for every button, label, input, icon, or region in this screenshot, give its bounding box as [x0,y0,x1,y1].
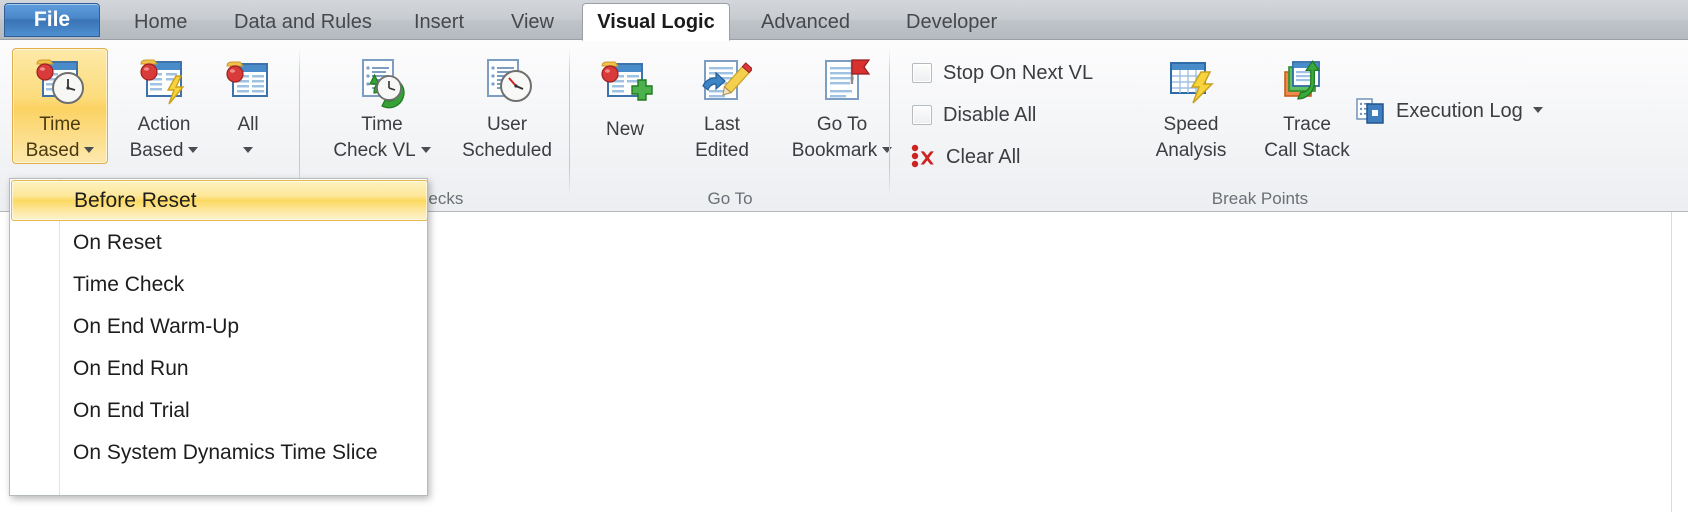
document-pencil-icon [692,54,752,111]
menu-item-label: On End Trial [73,398,190,422]
action-based-label-line2-text: Based [129,140,184,161]
execution-log-row[interactable]: Execution Log [1356,94,1543,128]
clear-all-label: Clear All [946,145,1021,168]
ribbon-group-goto: New Last Edited Go To Bookmark Go To [570,40,893,211]
tab-developer[interactable]: Developer [890,5,1013,40]
all-caret-row [243,139,253,163]
table-icon [219,54,277,111]
menu-item-label: On End Run [73,356,189,380]
all-button[interactable]: All [210,48,286,164]
speed-analysis-button[interactable]: Speed Analysis [1136,48,1246,164]
tab-insert-label: Insert [414,11,465,33]
menu-item-on-system-dynamics-time-slice[interactable]: On System Dynamics Time Slice [11,432,428,473]
speed-analysis-label-line1: Speed [1163,114,1219,135]
action-based-label-line2: Based [130,139,199,163]
action-based-button[interactable]: Action Based [116,48,212,164]
time-check-vl-label-line1: Time [361,114,403,135]
stop-on-next-vl-label: Stop On Next VL [943,61,1094,84]
table-plus-icon [596,54,654,116]
last-edited-label-line2: Edited [695,140,749,161]
chevron-down-icon[interactable] [420,146,431,153]
tab-data-and-rules-label: Data and Rules [234,11,372,33]
user-scheduled-label-line1: User [486,114,528,135]
new-label: New [605,119,644,140]
menu-item-label: On End Warm-Up [73,314,240,338]
tab-file[interactable]: File [4,3,100,37]
tab-view[interactable]: View [495,5,570,40]
tab-home-label: Home [134,11,188,33]
execution-log-label: Execution Log [1396,99,1523,122]
menu-item-label: On System Dynamics Time Slice [73,440,378,464]
stop-on-next-vl-row[interactable]: Stop On Next VL [912,56,1093,90]
ribbon-group-breakpoints: Stop On Next VL Disable All Clear All Sp… [890,40,1688,211]
menu-item-on-end-trial[interactable]: On End Trial [11,390,428,431]
group-label-goto: Go To [707,189,753,208]
menu-item-on-end-warm-up[interactable]: On End Warm-Up [11,306,428,347]
time-based-label-line1: Time [39,114,81,135]
tab-visual-logic[interactable]: Visual Logic [582,3,730,41]
time-based-dropdown-menu: Before Reset On Reset Time Check On End … [9,178,428,496]
menu-item-label: Before Reset [74,188,197,212]
tab-developer-label: Developer [906,11,998,33]
ribbon-tab-bar: File Home Data and Rules Insert View Vis… [0,0,1688,41]
disable-all-label: Disable All [943,103,1037,126]
time-check-vl-label-line2: Check VL [333,139,431,163]
table-clock-icon [31,54,89,111]
disable-all-row[interactable]: Disable All [912,98,1036,132]
canvas-right-edge [1671,212,1672,512]
tab-insert[interactable]: Insert [398,5,480,40]
time-based-button[interactable]: Time Based [12,48,108,164]
menu-item-before-reset[interactable]: Before Reset [11,180,428,221]
stack-arrow-icon [1277,54,1337,111]
go-to-bookmark-button[interactable]: Go To Bookmark [778,48,906,164]
tab-visual-logic-label: Visual Logic [597,10,715,33]
user-scheduled-button[interactable]: User Scheduled [448,48,566,164]
go-to-bookmark-label-line2: Bookmark [792,139,893,163]
tab-home[interactable]: Home [118,5,203,40]
new-button[interactable]: New [586,48,664,164]
speed-analysis-label-line2: Analysis [1155,140,1227,161]
chevron-down-icon[interactable] [1532,107,1543,113]
group-label-breakpoints: Break Points [1211,189,1309,208]
time-check-vl-label-line2-text: Check VL [333,140,416,161]
all-label: All [237,114,259,135]
document-clock-icon [476,54,538,111]
chevron-down-icon[interactable] [84,146,95,153]
menu-item-time-check[interactable]: Time Check [11,264,428,305]
trace-call-stack-label-line2: Call Stack [1264,140,1350,161]
document-flag-icon [812,54,872,111]
tab-data-and-rules[interactable]: Data and Rules [218,5,388,40]
chevron-down-icon[interactable] [188,146,199,153]
stop-on-next-vl-checkbox[interactable] [912,63,932,83]
time-based-label-line2: Based [26,139,95,163]
table-lightning-icon [135,54,193,111]
ribbon-window: File Home Data and Rules Insert View Vis… [0,0,1688,512]
last-edited-button[interactable]: Last Edited [670,48,774,164]
menu-item-label: Time Check [73,272,185,296]
document-refresh-clock-icon [351,54,413,111]
trace-call-stack-button[interactable]: Trace Call Stack [1248,48,1366,164]
time-check-vl-button[interactable]: Time Check VL [320,48,444,164]
execution-log-icon [1356,97,1386,125]
tab-advanced[interactable]: Advanced [745,5,866,40]
user-scheduled-label-line2: Scheduled [462,140,552,161]
trace-call-stack-label-line1: Trace [1283,114,1331,135]
breakpoint-clear-icon [910,144,936,170]
disable-all-checkbox[interactable] [912,105,932,125]
grid-lightning-icon [1161,54,1221,111]
action-based-label-line1: Action [137,114,191,135]
time-based-label-line2-text: Based [25,140,80,161]
tab-file-label: File [33,8,71,31]
menu-item-on-reset[interactable]: On Reset [11,222,428,263]
menu-item-label: On Reset [73,230,162,254]
go-to-bookmark-label-line2-text: Bookmark [791,140,878,161]
tab-view-label: View [511,11,554,33]
last-edited-label-line1: Last [704,114,740,135]
tab-advanced-label: Advanced [761,11,850,33]
menu-item-on-end-run[interactable]: On End Run [11,348,428,389]
clear-all-row[interactable]: Clear All [910,140,1020,174]
chevron-down-icon[interactable] [243,146,253,153]
go-to-bookmark-label-line1: Go To [816,114,868,135]
